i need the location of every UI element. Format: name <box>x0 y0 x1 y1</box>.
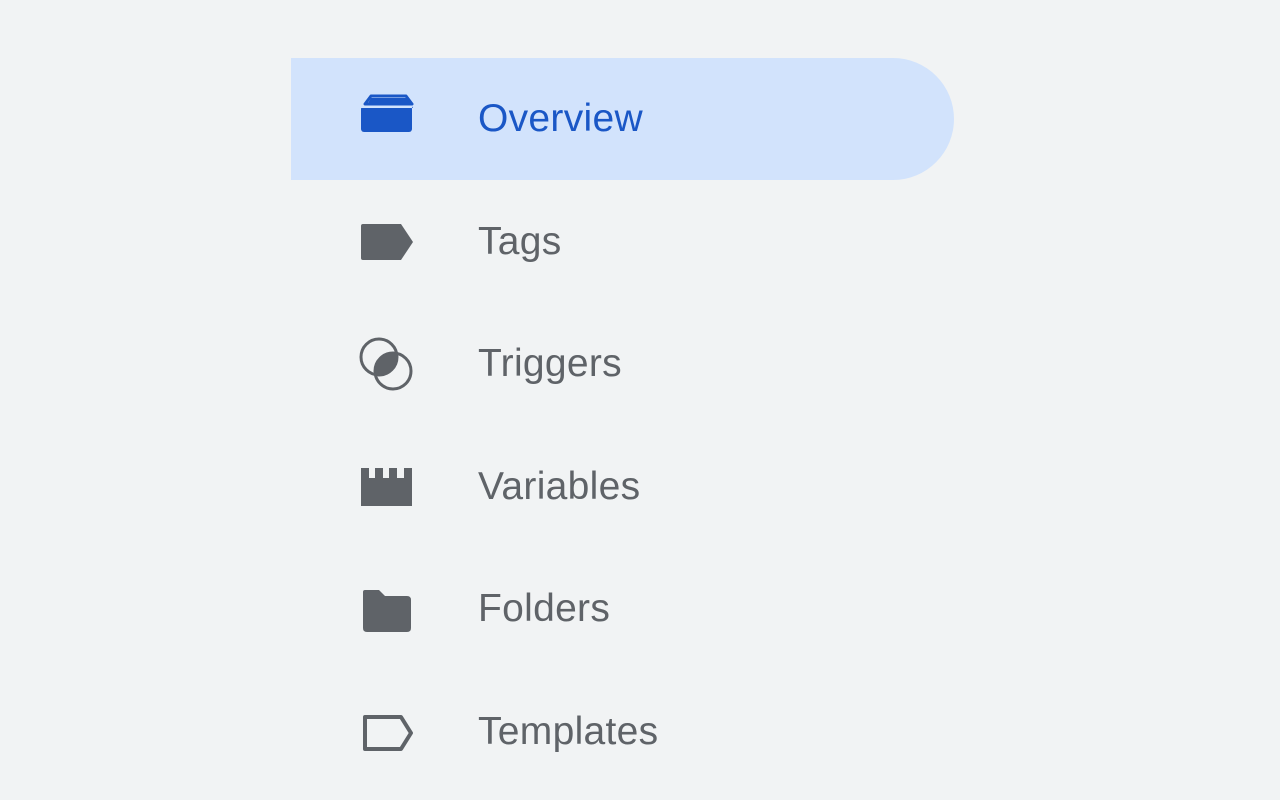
sidebar-item-label: Folders <box>478 587 611 630</box>
sidebar-item-label: Templates <box>478 710 659 753</box>
overview-icon <box>355 88 417 150</box>
sidebar-item-templates[interactable]: Templates <box>291 671 954 793</box>
triggers-icon <box>355 333 417 395</box>
sidebar-item-label: Variables <box>478 465 641 508</box>
sidebar-item-tags[interactable]: Tags <box>291 181 954 303</box>
variables-icon <box>355 456 417 518</box>
template-icon <box>355 701 417 763</box>
sidebar-item-triggers[interactable]: Triggers <box>291 303 954 425</box>
folder-icon <box>355 578 417 640</box>
sidebar-item-variables[interactable]: Variables <box>291 426 954 548</box>
sidebar-item-label: Triggers <box>478 342 622 385</box>
tag-icon <box>355 211 417 273</box>
sidebar-item-label: Overview <box>478 97 643 140</box>
sidebar-item-label: Tags <box>478 220 562 263</box>
sidebar-item-folders[interactable]: Folders <box>291 548 954 670</box>
sidebar-item-overview[interactable]: Overview <box>291 58 954 180</box>
sidebar-nav: Overview Tags Triggers Variables Folders… <box>0 0 1280 800</box>
